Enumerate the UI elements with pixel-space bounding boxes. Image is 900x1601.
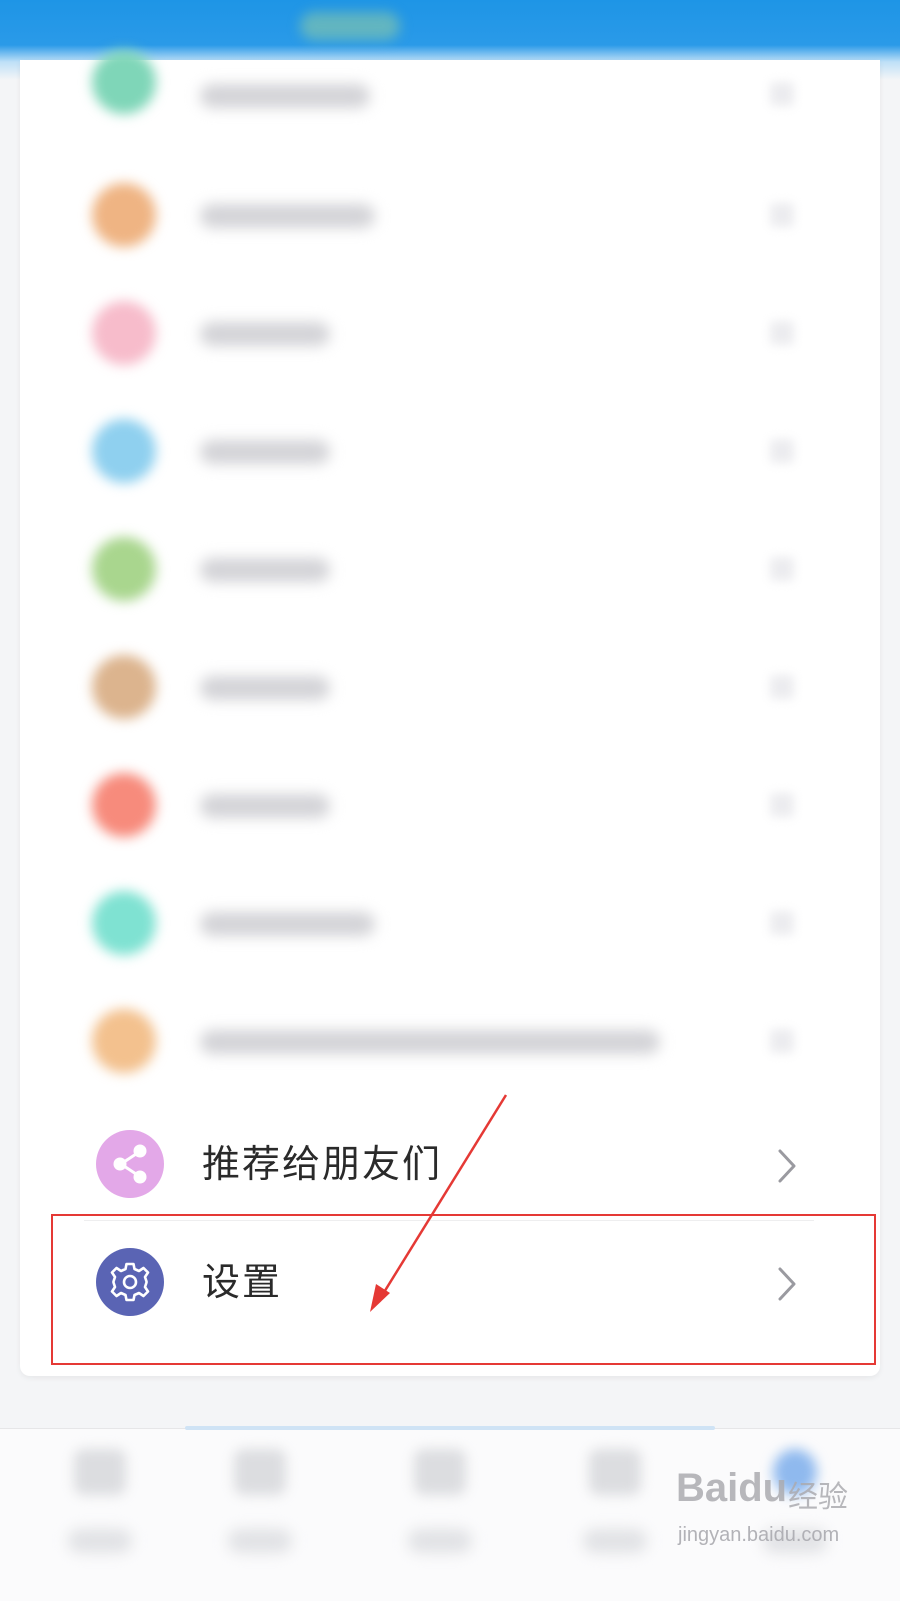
gear-icon — [110, 1262, 150, 1302]
share-icon-badge — [96, 1130, 164, 1198]
list-item[interactable] — [20, 50, 880, 150]
chevron-right-icon — [770, 557, 794, 581]
item-label-blurred — [200, 676, 330, 700]
item-label-blurred — [200, 440, 330, 464]
item-label-blurred — [200, 84, 370, 108]
menu-card: 推荐给朋友们 设置 — [20, 50, 880, 1376]
tab-icon — [414, 1449, 466, 1495]
list-item[interactable] — [20, 406, 880, 496]
divider — [84, 1220, 814, 1221]
list-item[interactable] — [20, 642, 880, 732]
list-item[interactable] — [20, 288, 880, 378]
item-icon — [92, 50, 156, 114]
item-icon — [92, 183, 156, 247]
nav-label-blurred — [68, 1529, 132, 1553]
list-item[interactable] — [20, 760, 880, 850]
nav-item-profile[interactable] — [735, 1449, 855, 1579]
item-icon — [92, 773, 156, 837]
home-icon — [74, 1449, 126, 1495]
menu-item-label: 设置 — [202, 1260, 283, 1304]
nav-label-blurred — [408, 1529, 472, 1553]
nav-item[interactable] — [40, 1449, 160, 1579]
item-icon — [92, 419, 156, 483]
nav-item[interactable] — [380, 1449, 500, 1579]
item-label-blurred — [200, 912, 375, 936]
chevron-right-icon — [778, 1149, 796, 1183]
chevron-right-icon — [770, 439, 794, 463]
item-label-blurred — [200, 794, 330, 818]
item-label-blurred — [200, 204, 375, 228]
chevron-right-icon — [770, 203, 794, 227]
menu-item-share[interactable]: 推荐给朋友们 — [20, 1110, 880, 1222]
menu-item-label: 推荐给朋友们 — [202, 1142, 443, 1186]
item-icon — [92, 655, 156, 719]
nav-label-blurred — [583, 1529, 647, 1553]
profile-icon — [773, 1449, 817, 1495]
item-icon — [92, 301, 156, 365]
item-icon — [92, 891, 156, 955]
bottom-navigation — [0, 1426, 900, 1601]
item-icon — [92, 537, 156, 601]
nav-item[interactable] — [555, 1449, 675, 1579]
chevron-right-icon — [770, 82, 794, 106]
item-label-blurred — [200, 558, 330, 582]
item-label-blurred — [200, 322, 330, 346]
chevron-right-icon — [770, 911, 794, 935]
nav-label-blurred — [228, 1529, 292, 1553]
item-icon — [92, 1009, 156, 1073]
chevron-right-icon — [770, 793, 794, 817]
chevron-right-icon — [770, 1029, 794, 1053]
chevron-right-icon — [770, 675, 794, 699]
list-item[interactable] — [20, 170, 880, 260]
list-item[interactable] — [20, 878, 880, 968]
list-item[interactable] — [20, 996, 880, 1086]
share-icon — [113, 1144, 147, 1184]
tab-icon — [234, 1449, 286, 1495]
menu-item-settings[interactable]: 设置 — [20, 1228, 880, 1340]
list-item[interactable] — [20, 524, 880, 614]
tab-icon — [589, 1449, 641, 1495]
nav-label-blurred — [763, 1529, 827, 1553]
chevron-right-icon — [778, 1267, 796, 1301]
item-label-blurred — [200, 1030, 660, 1054]
nav-indicator — [185, 1426, 715, 1430]
nav-item[interactable] — [200, 1449, 320, 1579]
title-blurred — [300, 12, 400, 40]
chevron-right-icon — [770, 321, 794, 345]
gear-icon-badge — [96, 1248, 164, 1316]
